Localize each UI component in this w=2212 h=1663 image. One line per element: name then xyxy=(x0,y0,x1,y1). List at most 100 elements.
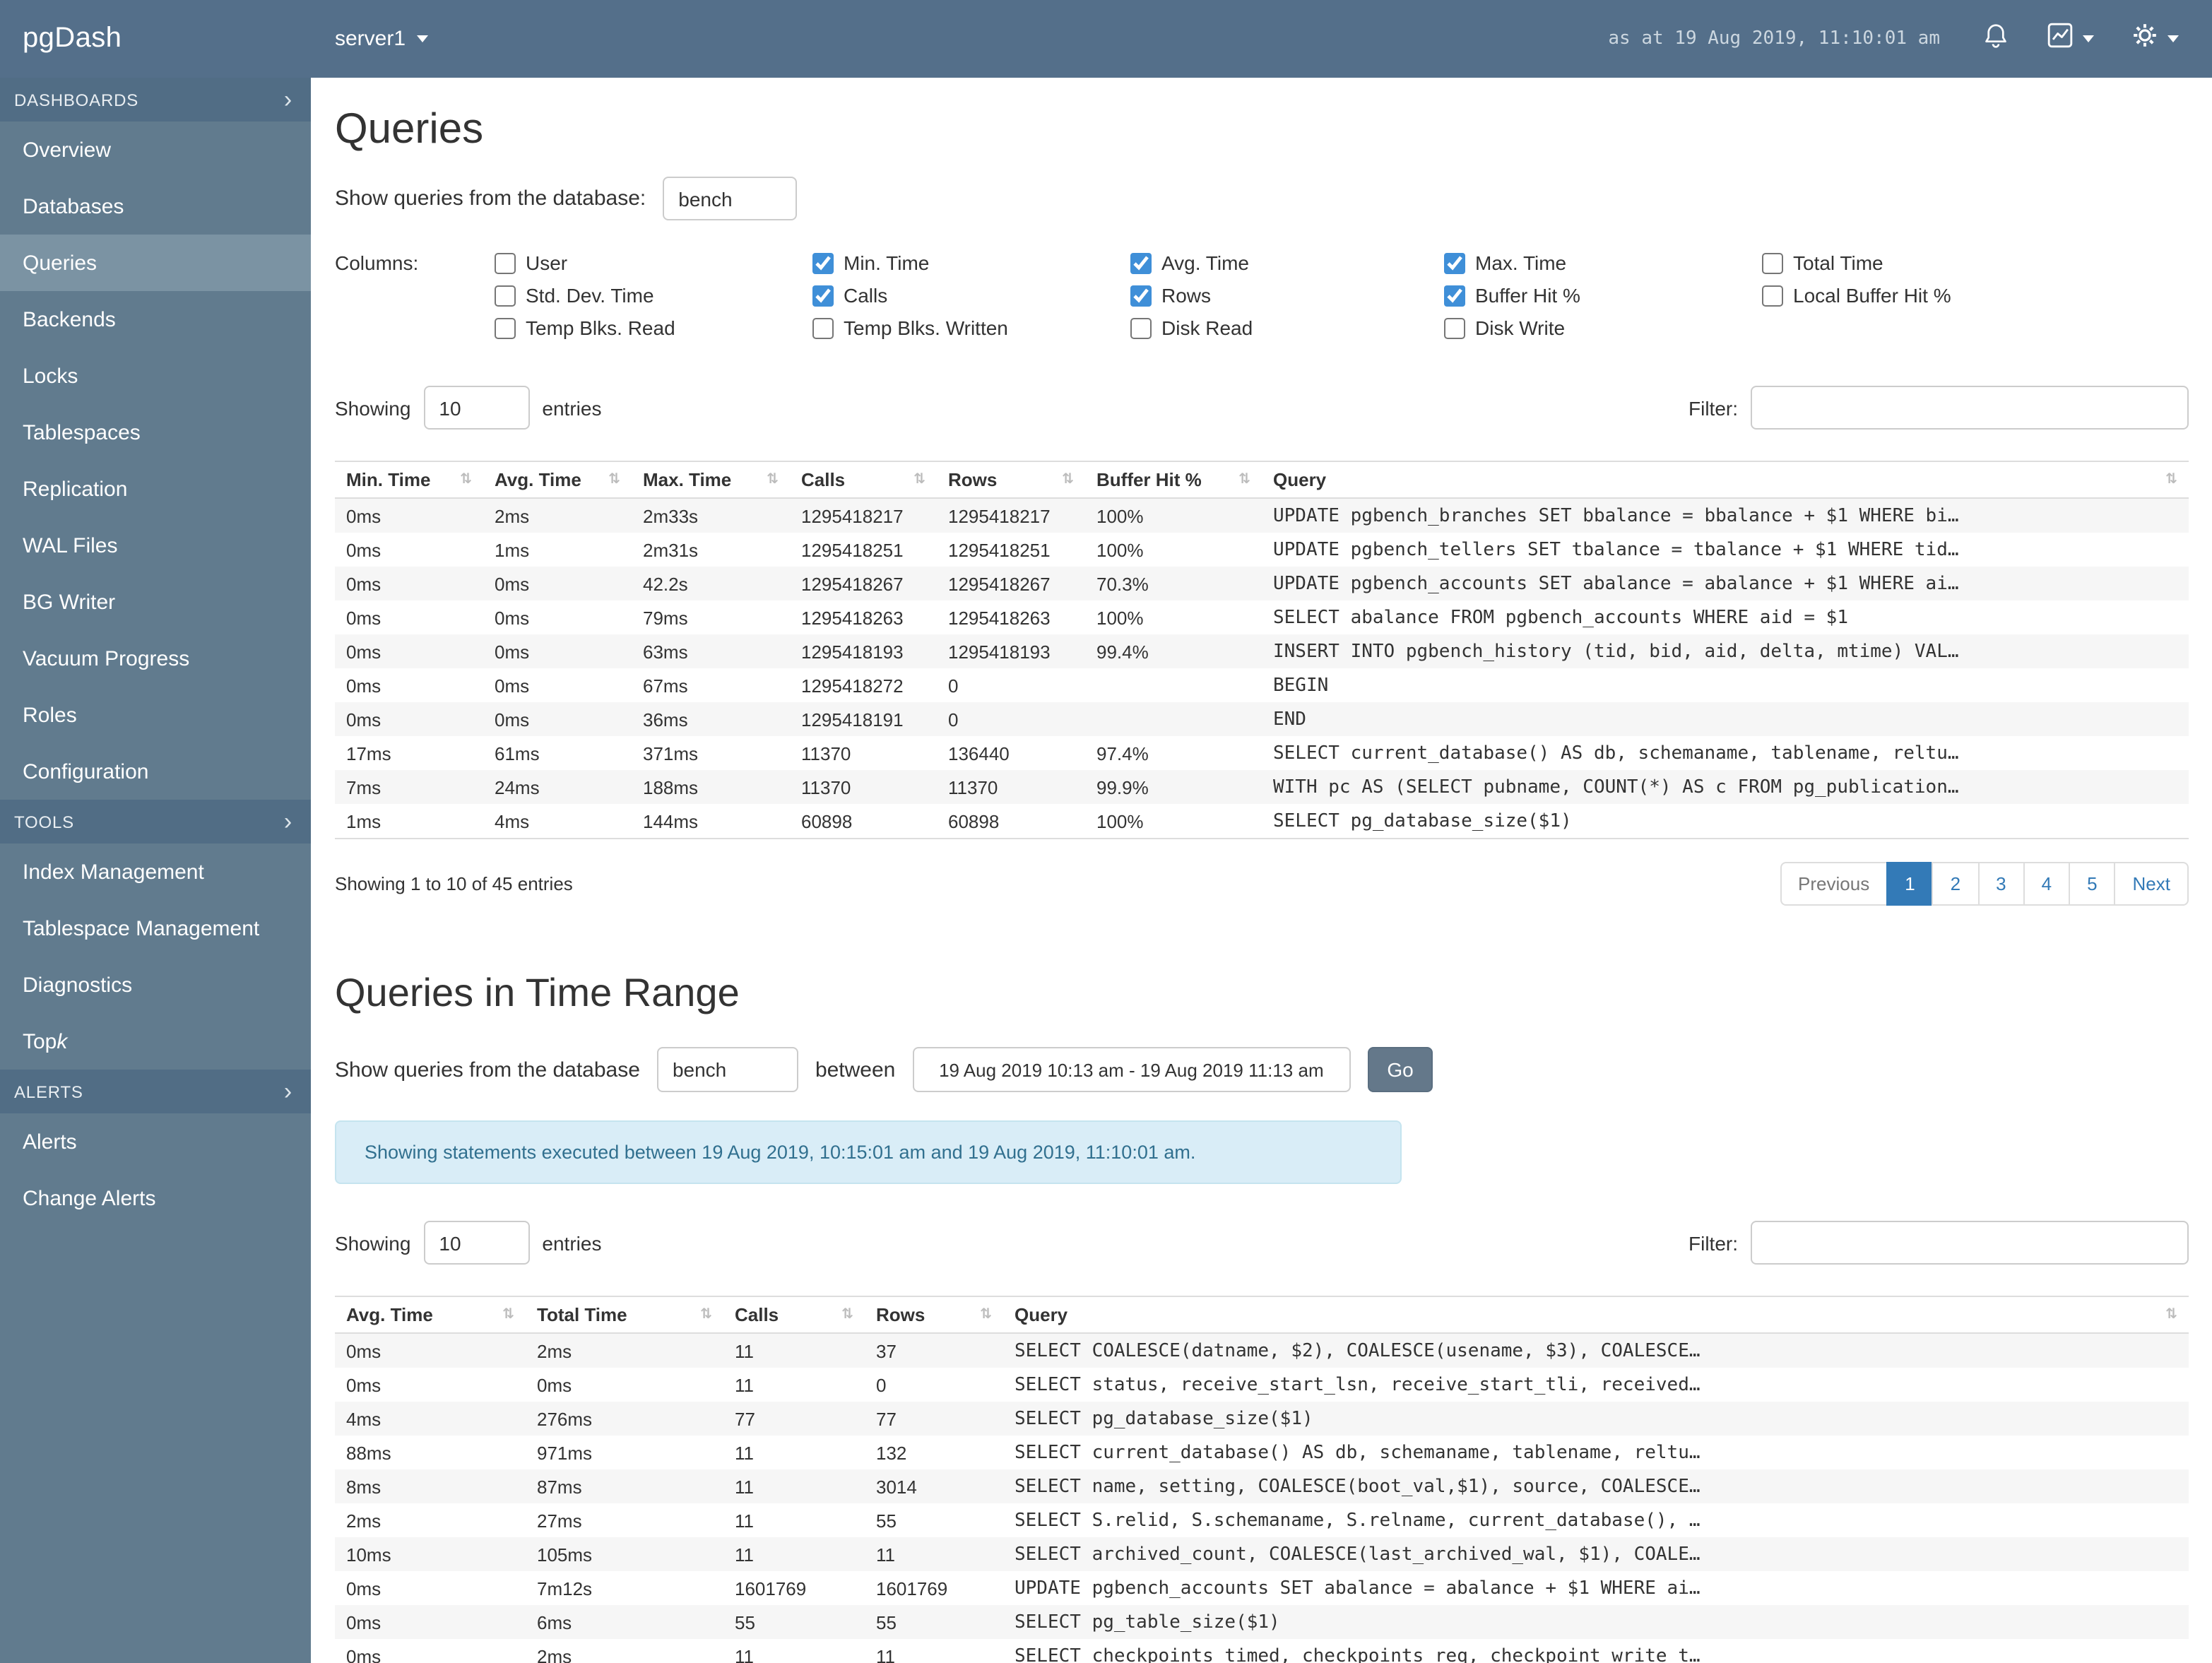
pagination-page-5[interactable]: 5 xyxy=(2069,862,2116,906)
checkbox-user[interactable] xyxy=(495,252,516,273)
checkbox-temp-blks-written[interactable] xyxy=(812,317,834,338)
query-link[interactable]: UPDATE pgbench_accounts SET abalance = a… xyxy=(1003,1571,2189,1605)
query-link[interactable]: SELECT status, receive_start_lsn, receiv… xyxy=(1003,1368,2189,1402)
column-toggle-user[interactable]: User xyxy=(495,251,812,274)
filter-input[interactable] xyxy=(1751,386,2189,430)
sidebar-item-overview[interactable]: Overview xyxy=(0,122,311,178)
notifications-button[interactable] xyxy=(1982,21,2009,57)
pagination-page-3[interactable]: 3 xyxy=(1977,862,2025,906)
pagination-previous[interactable]: Previous xyxy=(1780,862,1888,906)
time-range-input[interactable] xyxy=(912,1047,1351,1092)
entries-input[interactable] xyxy=(423,1221,530,1265)
query-link[interactable]: SELECT current_database() AS db, scheman… xyxy=(1003,1436,2189,1469)
query-link[interactable]: SELECT archived_count, COALESCE(last_arc… xyxy=(1003,1537,2189,1571)
sidebar-item-change-alerts[interactable]: Change Alerts xyxy=(0,1170,311,1226)
column-toggle-temp-blks-read[interactable]: Temp Blks. Read xyxy=(495,316,812,339)
database-input[interactable] xyxy=(663,177,798,220)
query-link[interactable]: SELECT COALESCE(datname, $2), COALESCE(u… xyxy=(1003,1333,2189,1368)
query-link[interactable]: UPDATE pgbench_accounts SET abalance = a… xyxy=(1262,567,2189,600)
query-link[interactable]: END xyxy=(1262,702,2189,736)
sidebar-item-backends[interactable]: Backends xyxy=(0,291,311,348)
sidebar-item-tablespace-management[interactable]: Tablespace Management xyxy=(0,900,311,957)
checkbox-min-time[interactable] xyxy=(812,252,834,273)
column-header-calls[interactable]: Calls ⇅ xyxy=(723,1296,865,1334)
query-link[interactable]: SELECT pg_database_size($1) xyxy=(1003,1402,2189,1436)
sidebar-item-roles[interactable]: Roles xyxy=(0,687,311,743)
sidebar-item-vacuum-progress[interactable]: Vacuum Progress xyxy=(0,630,311,687)
query-link[interactable]: SELECT abalance FROM pgbench_accounts WH… xyxy=(1262,600,2189,634)
sidebar-item-diagnostics[interactable]: Diagnostics xyxy=(0,957,311,1013)
sidebar-item-queries[interactable]: Queries xyxy=(0,235,311,291)
sidebar-section-alerts[interactable]: ALERTS › xyxy=(0,1070,311,1113)
column-header-min-time[interactable]: Min. Time ⇅ xyxy=(335,461,483,499)
column-toggle-avg-time[interactable]: Avg. Time xyxy=(1130,251,1444,274)
query-link[interactable]: SELECT pg_table_size($1) xyxy=(1003,1605,2189,1639)
column-header-buffer-hit[interactable]: Buffer Hit % ⇅ xyxy=(1085,461,1262,499)
query-link[interactable]: UPDATE pgbench_branches SET bbalance = b… xyxy=(1262,498,2189,533)
sidebar-item-configuration[interactable]: Configuration xyxy=(0,743,311,800)
column-toggle-local-buffer-hit[interactable]: Local Buffer Hit % xyxy=(1762,284,1951,307)
column-toggle-temp-blks-written[interactable]: Temp Blks. Written xyxy=(812,316,1130,339)
sidebar-item-wal-files[interactable]: WAL Files xyxy=(0,517,311,574)
query-link[interactable]: SELECT name, setting, COALESCE(boot_val,… xyxy=(1003,1469,2189,1503)
checkbox-total-time[interactable] xyxy=(1762,252,1783,273)
sidebar-item-index-management[interactable]: Index Management xyxy=(0,844,311,900)
column-toggle-disk-read[interactable]: Disk Read xyxy=(1130,316,1444,339)
sidebar-item-replication[interactable]: Replication xyxy=(0,461,311,517)
column-toggle-max-time[interactable]: Max. Time xyxy=(1444,251,1762,274)
checkbox-std-dev-time[interactable] xyxy=(495,285,516,306)
column-header-query[interactable]: Query ⇅ xyxy=(1003,1296,2189,1334)
pagination-page-4[interactable]: 4 xyxy=(2023,862,2071,906)
column-header-rows[interactable]: Rows ⇅ xyxy=(865,1296,1003,1334)
server-selector[interactable]: server1 xyxy=(335,27,429,51)
column-toggle-rows[interactable]: Rows xyxy=(1130,284,1444,307)
column-toggle-min-time[interactable]: Min. Time xyxy=(812,251,1130,274)
sidebar-item-locks[interactable]: Locks xyxy=(0,348,311,404)
checkbox-buffer-hit[interactable] xyxy=(1444,285,1465,306)
column-toggle-total-time[interactable]: Total Time xyxy=(1762,251,1883,274)
column-toggle-disk-write[interactable]: Disk Write xyxy=(1444,316,1762,339)
column-toggle-calls[interactable]: Calls xyxy=(812,284,1130,307)
query-link[interactable]: INSERT INTO pgbench_history (tid, bid, a… xyxy=(1262,634,2189,668)
checkbox-temp-blks-read[interactable] xyxy=(495,317,516,338)
entries-input[interactable] xyxy=(423,386,530,430)
checkbox-rows[interactable] xyxy=(1130,285,1152,306)
column-header-avg-time[interactable]: Avg. Time ⇅ xyxy=(335,1296,526,1334)
column-toggle-std-dev-time[interactable]: Std. Dev. Time xyxy=(495,284,812,307)
sidebar-section-tools[interactable]: TOOLS › xyxy=(0,800,311,844)
pagination-next[interactable]: Next xyxy=(2114,862,2189,906)
checkbox-max-time[interactable] xyxy=(1444,252,1465,273)
column-header-rows[interactable]: Rows ⇅ xyxy=(937,461,1085,499)
query-link[interactable]: BEGIN xyxy=(1262,668,2189,702)
checkbox-calls[interactable] xyxy=(812,285,834,306)
pgdash-logo[interactable]: pgDash xyxy=(0,23,311,55)
checkbox-disk-write[interactable] xyxy=(1444,317,1465,338)
column-toggle-buffer-hit[interactable]: Buffer Hit % xyxy=(1444,284,1762,307)
column-header-calls[interactable]: Calls ⇅ xyxy=(790,461,937,499)
column-header-total-time[interactable]: Total Time ⇅ xyxy=(526,1296,723,1334)
column-header-query[interactable]: Query ⇅ xyxy=(1262,461,2189,499)
tr-database-input[interactable] xyxy=(656,1047,798,1092)
column-header-avg-time[interactable]: Avg. Time ⇅ xyxy=(483,461,632,499)
filter-input[interactable] xyxy=(1751,1221,2189,1265)
sidebar-item-top[interactable]: Top k xyxy=(0,1013,311,1070)
column-header-max-time[interactable]: Max. Time ⇅ xyxy=(632,461,790,499)
sidebar-section-dashboards[interactable]: DASHBOARDS › xyxy=(0,78,311,122)
sidebar-item-databases[interactable]: Databases xyxy=(0,178,311,235)
query-link[interactable]: SELECT current_database() AS db, scheman… xyxy=(1262,736,2189,770)
query-link[interactable]: UPDATE pgbench_tellers SET tbalance = tb… xyxy=(1262,533,2189,567)
sidebar-item-alerts[interactable]: Alerts xyxy=(0,1113,311,1170)
settings-menu-button[interactable] xyxy=(2131,21,2179,57)
sidebar-item-tablespaces[interactable]: Tablespaces xyxy=(0,404,311,461)
checkbox-avg-time[interactable] xyxy=(1130,252,1152,273)
pagination-page-1[interactable]: 1 xyxy=(1886,862,1934,906)
query-link[interactable]: SELECT pg_database_size($1) xyxy=(1262,804,2189,839)
query-link[interactable]: SELECT checkpoints_timed, checkpoints_re… xyxy=(1003,1639,2189,1663)
checkbox-local-buffer-hit[interactable] xyxy=(1762,285,1783,306)
sidebar-item-bg-writer[interactable]: BG Writer xyxy=(0,574,311,630)
charts-menu-button[interactable] xyxy=(2046,21,2094,57)
query-link[interactable]: WITH pc AS (SELECT pubname, COUNT(*) AS … xyxy=(1262,770,2189,804)
pagination-page-2[interactable]: 2 xyxy=(1932,862,1980,906)
checkbox-disk-read[interactable] xyxy=(1130,317,1152,338)
query-link[interactable]: SELECT S.relid, S.schemaname, S.relname,… xyxy=(1003,1503,2189,1537)
